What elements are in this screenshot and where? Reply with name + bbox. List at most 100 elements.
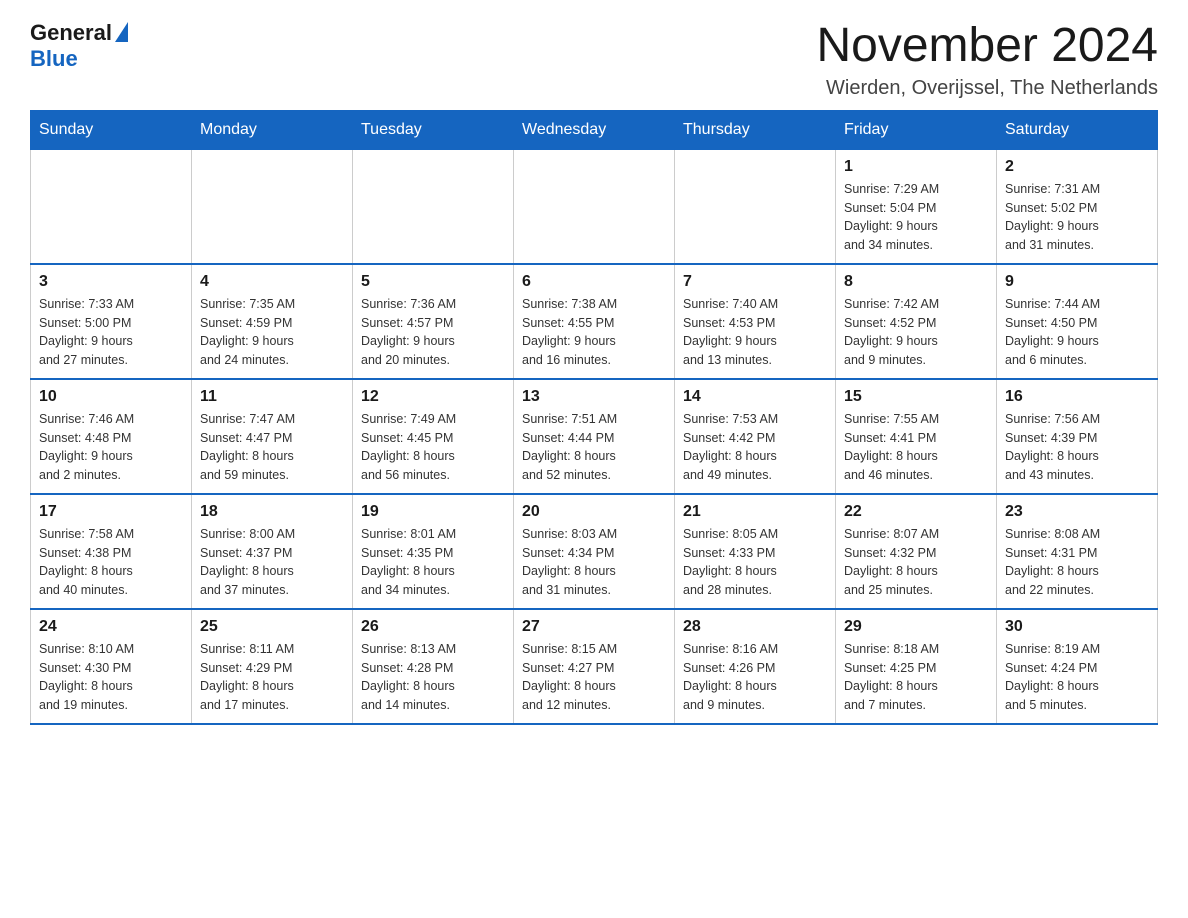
day-number: 13 bbox=[522, 388, 666, 406]
day-number: 8 bbox=[844, 273, 988, 291]
day-number: 7 bbox=[683, 273, 827, 291]
logo-text-blue: Blue bbox=[30, 46, 78, 71]
day-number: 12 bbox=[361, 388, 505, 406]
calendar-cell: 29 Sunrise: 8:18 AMSunset: 4:25 PMDayligh… bbox=[836, 609, 997, 724]
calendar-cell: 2 Sunrise: 7:31 AMSunset: 5:02 PMDaylight… bbox=[997, 149, 1158, 264]
day-info: Sunrise: 8:19 AMSunset: 4:24 PMDaylight:… bbox=[1005, 640, 1149, 715]
calendar-cell: 30 Sunrise: 8:19 AMSunset: 4:24 PMDayligh… bbox=[997, 609, 1158, 724]
calendar-week-row: 10Sunrise: 7:46 AMSunset: 4:48 PMDayligh… bbox=[31, 379, 1158, 494]
day-number: 11 bbox=[200, 388, 344, 406]
day-number: 14 bbox=[683, 388, 827, 406]
day-info: Sunrise: 7:38 AMSunset: 4:55 PMDaylight:… bbox=[522, 295, 666, 370]
day-info: Sunrise: 7:44 AMSunset: 4:50 PMDaylight:… bbox=[1005, 295, 1149, 370]
day-info: Sunrise: 8:01 AMSunset: 4:35 PMDaylight:… bbox=[361, 525, 505, 600]
calendar-cell: 24 Sunrise: 8:10 AMSunset: 4:30 PMDayligh… bbox=[31, 609, 192, 724]
day-number: 5 bbox=[361, 273, 505, 291]
weekday-header-thursday: Thursday bbox=[675, 110, 836, 149]
day-number: 22 bbox=[844, 503, 988, 521]
location: Wierden, Overijssel, The Netherlands bbox=[816, 77, 1158, 100]
calendar-cell: 8 Sunrise: 7:42 AMSunset: 4:52 PMDaylight… bbox=[836, 264, 997, 379]
calendar-cell: 15Sunrise: 7:55 AMSunset: 4:41 PMDayligh… bbox=[836, 379, 997, 494]
day-number: 30 bbox=[1005, 618, 1149, 636]
calendar-cell: 1Sunrise: 7:29 AMSunset: 5:04 PMDaylight… bbox=[836, 149, 997, 264]
day-number: 17 bbox=[39, 503, 183, 521]
calendar-cell bbox=[353, 149, 514, 264]
day-number: 2 bbox=[1005, 158, 1149, 176]
calendar-week-row: 24 Sunrise: 8:10 AMSunset: 4:30 PMDayligh… bbox=[31, 609, 1158, 724]
calendar-cell: 19 Sunrise: 8:01 AMSunset: 4:35 PMDayligh… bbox=[353, 494, 514, 609]
day-info: Sunrise: 7:47 AMSunset: 4:47 PMDaylight:… bbox=[200, 410, 344, 485]
calendar-cell: 3Sunrise: 7:33 AMSunset: 5:00 PMDaylight… bbox=[31, 264, 192, 379]
day-number: 19 bbox=[361, 503, 505, 521]
day-number: 26 bbox=[361, 618, 505, 636]
month-title: November 2024 bbox=[816, 20, 1158, 73]
calendar-cell bbox=[514, 149, 675, 264]
day-info: Sunrise: 8:11 AMSunset: 4:29 PMDaylight:… bbox=[200, 640, 344, 715]
day-number: 16 bbox=[1005, 388, 1149, 406]
calendar-cell bbox=[675, 149, 836, 264]
day-number: 25 bbox=[200, 618, 344, 636]
calendar-cell: 14 Sunrise: 7:53 AMSunset: 4:42 PMDayligh… bbox=[675, 379, 836, 494]
calendar-cell bbox=[31, 149, 192, 264]
calendar-cell: 23 Sunrise: 8:08 AMSunset: 4:31 PMDayligh… bbox=[997, 494, 1158, 609]
day-number: 29 bbox=[844, 618, 988, 636]
day-info: Sunrise: 8:13 AMSunset: 4:28 PMDaylight:… bbox=[361, 640, 505, 715]
day-info: Sunrise: 7:53 AMSunset: 4:42 PMDaylight:… bbox=[683, 410, 827, 485]
calendar-cell: 21 Sunrise: 8:05 AMSunset: 4:33 PMDayligh… bbox=[675, 494, 836, 609]
weekday-header-friday: Friday bbox=[836, 110, 997, 149]
calendar-cell: 22 Sunrise: 8:07 AMSunset: 4:32 PMDayligh… bbox=[836, 494, 997, 609]
day-number: 23 bbox=[1005, 503, 1149, 521]
calendar-week-row: 17 Sunrise: 7:58 AMSunset: 4:38 PMDayligh… bbox=[31, 494, 1158, 609]
weekday-header-wednesday: Wednesday bbox=[514, 110, 675, 149]
weekday-header-saturday: Saturday bbox=[997, 110, 1158, 149]
calendar-header: SundayMondayTuesdayWednesdayThursdayFrid… bbox=[31, 110, 1158, 149]
day-info: Sunrise: 7:49 AMSunset: 4:45 PMDaylight:… bbox=[361, 410, 505, 485]
day-info: Sunrise: 8:16 AMSunset: 4:26 PMDaylight:… bbox=[683, 640, 827, 715]
day-info: Sunrise: 7:58 AMSunset: 4:38 PMDaylight:… bbox=[39, 525, 183, 600]
calendar-body: 1Sunrise: 7:29 AMSunset: 5:04 PMDaylight… bbox=[31, 149, 1158, 724]
calendar-cell: 28 Sunrise: 8:16 AMSunset: 4:26 PMDayligh… bbox=[675, 609, 836, 724]
day-number: 21 bbox=[683, 503, 827, 521]
calendar-cell: 27 Sunrise: 8:15 AMSunset: 4:27 PMDayligh… bbox=[514, 609, 675, 724]
calendar-cell: 26 Sunrise: 8:13 AMSunset: 4:28 PMDayligh… bbox=[353, 609, 514, 724]
weekday-header-monday: Monday bbox=[192, 110, 353, 149]
day-info: Sunrise: 7:42 AMSunset: 4:52 PMDaylight:… bbox=[844, 295, 988, 370]
day-info: Sunrise: 8:18 AMSunset: 4:25 PMDaylight:… bbox=[844, 640, 988, 715]
day-info: Sunrise: 7:56 AMSunset: 4:39 PMDaylight:… bbox=[1005, 410, 1149, 485]
day-number: 20 bbox=[522, 503, 666, 521]
day-info: Sunrise: 7:36 AMSunset: 4:57 PMDaylight:… bbox=[361, 295, 505, 370]
day-info: Sunrise: 8:08 AMSunset: 4:31 PMDaylight:… bbox=[1005, 525, 1149, 600]
calendar-cell: 6 Sunrise: 7:38 AMSunset: 4:55 PMDaylight… bbox=[514, 264, 675, 379]
calendar-week-row: 1Sunrise: 7:29 AMSunset: 5:04 PMDaylight… bbox=[31, 149, 1158, 264]
day-number: 28 bbox=[683, 618, 827, 636]
day-number: 24 bbox=[39, 618, 183, 636]
day-info: Sunrise: 7:31 AMSunset: 5:02 PMDaylight:… bbox=[1005, 180, 1149, 255]
day-number: 6 bbox=[522, 273, 666, 291]
day-number: 27 bbox=[522, 618, 666, 636]
day-info: Sunrise: 8:00 AMSunset: 4:37 PMDaylight:… bbox=[200, 525, 344, 600]
calendar-cell: 11 Sunrise: 7:47 AMSunset: 4:47 PMDayligh… bbox=[192, 379, 353, 494]
logo-text-general: General bbox=[30, 20, 112, 45]
calendar-cell bbox=[192, 149, 353, 264]
weekday-header-sunday: Sunday bbox=[31, 110, 192, 149]
calendar-week-row: 3Sunrise: 7:33 AMSunset: 5:00 PMDaylight… bbox=[31, 264, 1158, 379]
day-info: Sunrise: 7:33 AMSunset: 5:00 PMDaylight:… bbox=[39, 295, 183, 370]
calendar-cell: 9 Sunrise: 7:44 AMSunset: 4:50 PMDaylight… bbox=[997, 264, 1158, 379]
day-info: Sunrise: 7:55 AMSunset: 4:41 PMDaylight:… bbox=[844, 410, 988, 485]
weekday-header-tuesday: Tuesday bbox=[353, 110, 514, 149]
calendar-cell: 13 Sunrise: 7:51 AMSunset: 4:44 PMDayligh… bbox=[514, 379, 675, 494]
title-block: November 2024 Wierden, Overijssel, The N… bbox=[816, 20, 1158, 100]
calendar-cell: 17 Sunrise: 7:58 AMSunset: 4:38 PMDayligh… bbox=[31, 494, 192, 609]
day-info: Sunrise: 8:03 AMSunset: 4:34 PMDaylight:… bbox=[522, 525, 666, 600]
day-info: Sunrise: 8:10 AMSunset: 4:30 PMDaylight:… bbox=[39, 640, 183, 715]
day-info: Sunrise: 8:05 AMSunset: 4:33 PMDaylight:… bbox=[683, 525, 827, 600]
day-info: Sunrise: 8:07 AMSunset: 4:32 PMDaylight:… bbox=[844, 525, 988, 600]
calendar-cell: 10Sunrise: 7:46 AMSunset: 4:48 PMDayligh… bbox=[31, 379, 192, 494]
logo-icon: General Blue bbox=[30, 20, 128, 72]
day-number: 9 bbox=[1005, 273, 1149, 291]
calendar-cell: 5 Sunrise: 7:36 AMSunset: 4:57 PMDaylight… bbox=[353, 264, 514, 379]
day-info: Sunrise: 7:35 AMSunset: 4:59 PMDaylight:… bbox=[200, 295, 344, 370]
day-info: Sunrise: 7:51 AMSunset: 4:44 PMDaylight:… bbox=[522, 410, 666, 485]
day-info: Sunrise: 8:15 AMSunset: 4:27 PMDaylight:… bbox=[522, 640, 666, 715]
weekday-header-row: SundayMondayTuesdayWednesdayThursdayFrid… bbox=[31, 110, 1158, 149]
